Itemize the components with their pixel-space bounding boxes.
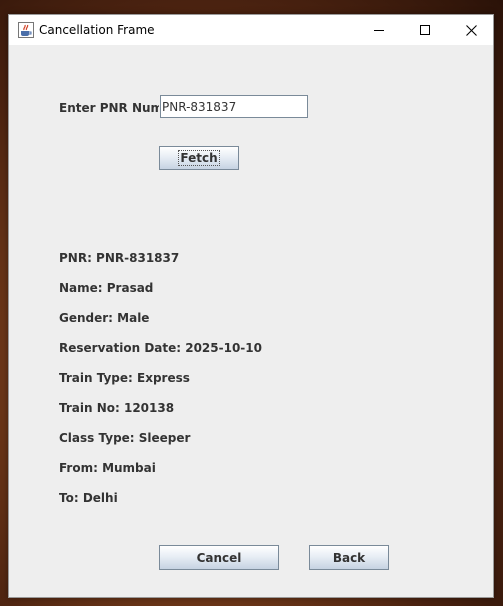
fetch-button[interactable]: Fetch xyxy=(159,146,239,170)
detail-from: From: Mumbai xyxy=(59,461,156,475)
cancellation-window: Cancellation Frame Enter PNR Number: Fet… xyxy=(8,14,494,598)
detail-to: To: Delhi xyxy=(59,491,118,505)
maximize-icon xyxy=(420,25,430,35)
detail-pnr: PNR: PNR-831837 xyxy=(59,251,180,265)
cancel-button[interactable]: Cancel xyxy=(159,545,279,570)
title-bar[interactable]: Cancellation Frame xyxy=(9,15,493,45)
detail-name: Name: Prasad xyxy=(59,281,154,295)
minimize-button[interactable] xyxy=(356,15,402,45)
detail-gender: Gender: Male xyxy=(59,311,150,325)
window-title: Cancellation Frame xyxy=(39,23,155,37)
minimize-icon xyxy=(374,30,384,31)
fetch-button-label: Fetch xyxy=(178,150,220,166)
detail-reservation-date: Reservation Date: 2025-10-10 xyxy=(59,341,262,355)
maximize-button[interactable] xyxy=(402,15,448,45)
close-icon xyxy=(465,24,477,36)
detail-train-type: Train Type: Express xyxy=(59,371,190,385)
pnr-label: Enter PNR Number: xyxy=(59,101,159,115)
pnr-input[interactable] xyxy=(160,95,308,118)
java-cup-icon xyxy=(18,22,34,38)
detail-class-type: Class Type: Sleeper xyxy=(59,431,191,445)
detail-train-no: Train No: 120138 xyxy=(59,401,175,415)
close-button[interactable] xyxy=(448,15,494,45)
back-button[interactable]: Back xyxy=(309,545,389,570)
